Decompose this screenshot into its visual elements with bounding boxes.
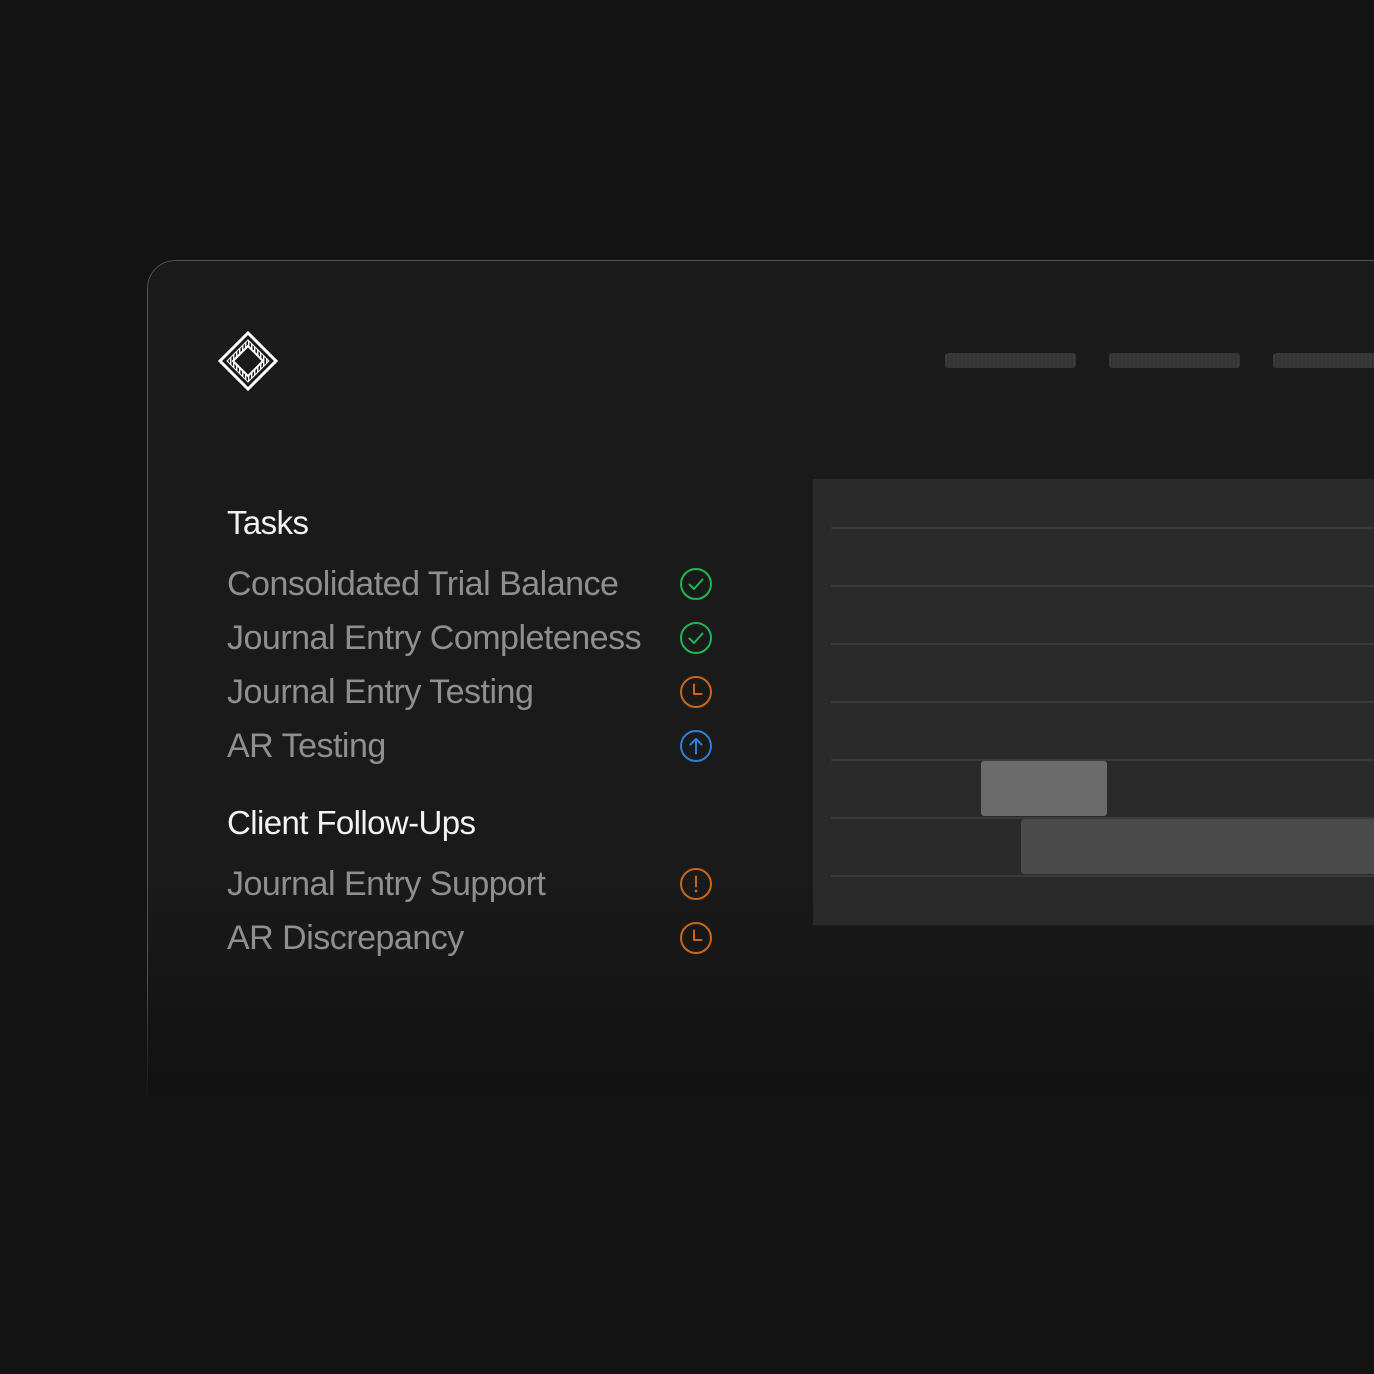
timeline-panel — [813, 479, 1374, 925]
nav-item-placeholder[interactable] — [1109, 353, 1240, 368]
tasks-heading: Tasks — [227, 504, 309, 541]
check-circle-icon — [680, 568, 712, 600]
followup-item-ar-discrepancy[interactable]: AR Discrepancy — [227, 918, 717, 958]
task-label: Journal Entry Completeness — [227, 619, 642, 657]
timeline-bar[interactable] — [1021, 819, 1374, 874]
client-followups-heading: Client Follow-Ups — [227, 804, 476, 841]
nav-item-placeholder[interactable] — [945, 353, 1076, 368]
followup-item-journal-entry-support[interactable]: Journal Entry Support — [227, 864, 717, 904]
timeline-row-divider — [831, 875, 1374, 877]
app-window: Tasks Consolidated Trial Balance Journal… — [147, 260, 1374, 1101]
timeline-row-divider — [831, 585, 1374, 587]
stage: Tasks Consolidated Trial Balance Journal… — [0, 0, 1374, 1374]
timeline-row-divider — [831, 527, 1374, 529]
task-item-ar-testing[interactable]: AR Testing — [227, 726, 717, 766]
task-label: Consolidated Trial Balance — [227, 565, 619, 603]
clock-icon — [680, 676, 712, 708]
nav-item-placeholder[interactable] — [1273, 353, 1374, 368]
task-label: Journal Entry Testing — [227, 673, 534, 711]
task-item-journal-entry-completeness[interactable]: Journal Entry Completeness — [227, 618, 717, 658]
timeline-row-divider — [831, 701, 1374, 703]
task-item-journal-entry-testing[interactable]: Journal Entry Testing — [227, 672, 717, 712]
task-label: AR Testing — [227, 727, 386, 765]
task-item-consolidated-trial-balance[interactable]: Consolidated Trial Balance — [227, 564, 717, 604]
timeline-bar[interactable] — [981, 761, 1107, 816]
arrow-up-circle-icon — [680, 730, 712, 762]
followup-label: Journal Entry Support — [227, 865, 546, 903]
check-circle-icon — [680, 622, 712, 654]
clock-icon — [680, 922, 712, 954]
alert-circle-icon — [680, 868, 712, 900]
app-logo-icon — [218, 331, 278, 391]
timeline-row-divider — [831, 643, 1374, 645]
followup-label: AR Discrepancy — [227, 919, 464, 957]
